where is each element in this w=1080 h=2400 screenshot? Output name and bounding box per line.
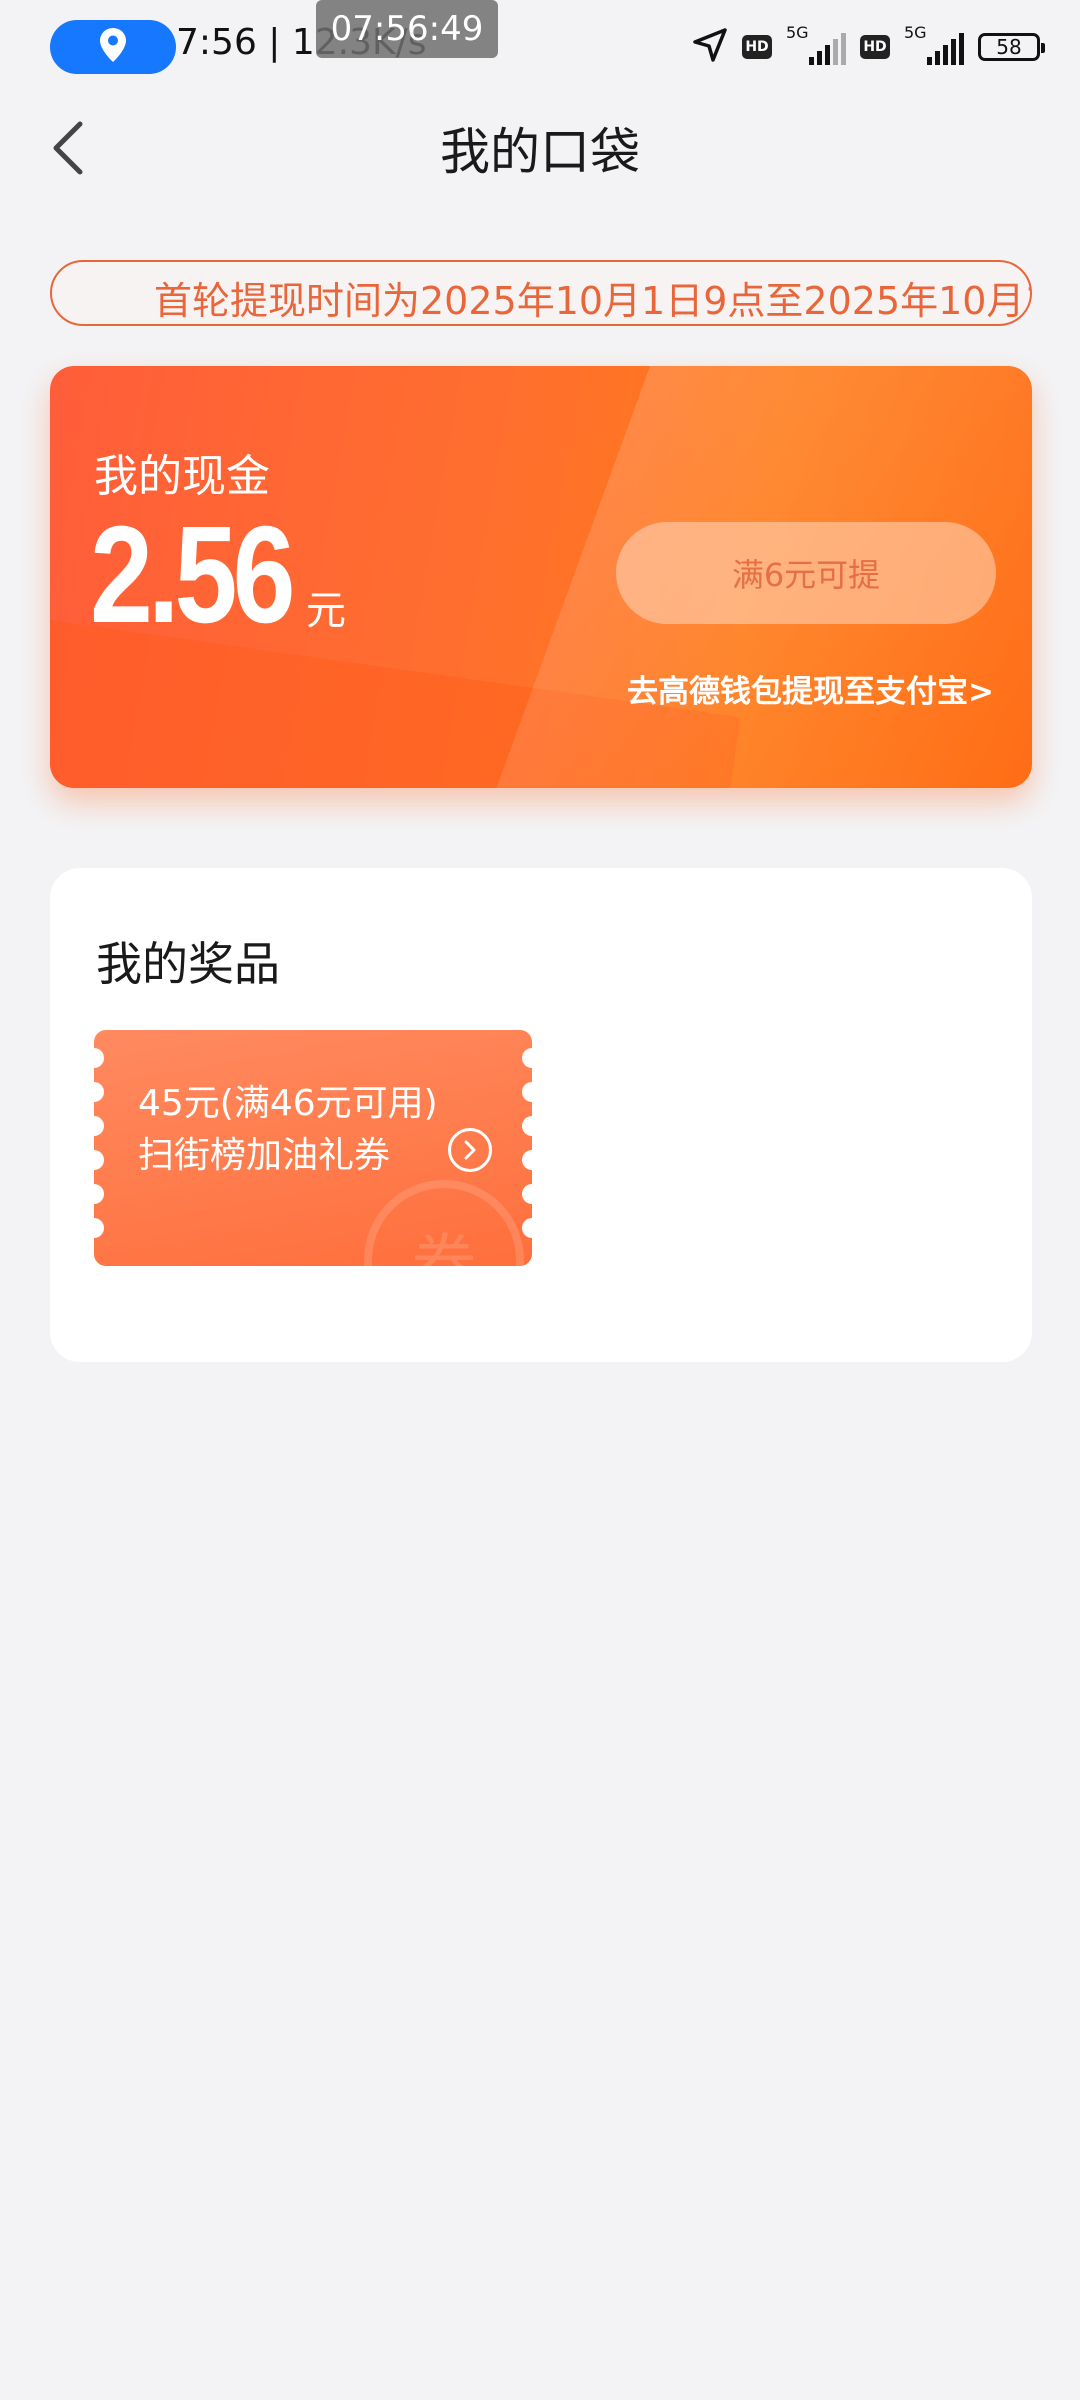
coupon-amount: 45元(满46元可用): [138, 1083, 438, 1124]
hd-badge: HD: [860, 35, 890, 59]
cash-label: 我的现金: [94, 451, 270, 502]
status-icons: HD 5G HD 5G 58: [692, 23, 1045, 70]
prizes-title: 我的奖品: [96, 937, 280, 991]
cash-unit: 元: [306, 588, 346, 634]
alipay-withdraw-link[interactable]: 去高德钱包提现至支付宝>: [627, 666, 994, 711]
clock-overlay: 07:56:49: [316, 0, 498, 58]
withdraw-button[interactable]: 满6元可提: [616, 522, 996, 624]
cash-card: 我的现金 2.56 元 满6元可提 去高德钱包提现至支付宝>: [50, 366, 1032, 788]
network-type: 5G: [904, 23, 927, 42]
prizes-card: 我的奖品 券 45元(满46元可用) 扫街榜加油礼券: [50, 868, 1032, 1362]
signal-icon: 5G: [904, 23, 964, 67]
cash-amount: 2.56: [90, 498, 295, 652]
page-title: 我的口袋: [440, 123, 640, 181]
coupon-name: 扫街榜加油礼券: [138, 1135, 391, 1176]
hd-badge: HD: [742, 35, 772, 59]
location-pin-icon: [100, 28, 126, 66]
battery-icon: 58: [978, 33, 1045, 61]
navigation-arrow-icon: [692, 27, 728, 67]
status-bar: 7:56 | 12.3K/s 07:56:49 HD 5G HD 5G 58: [0, 0, 1080, 90]
coupon-watermark-text: 券: [411, 1227, 477, 1266]
coupon-watermark: 券: [364, 1180, 524, 1266]
chevron-right-circle-icon[interactable]: [448, 1128, 492, 1172]
location-pill[interactable]: [50, 20, 176, 74]
withdraw-notice-banner: 首轮提现时间为2025年10月1日9点至2025年10月1日2: [50, 260, 1032, 326]
signal-icon: 5G: [786, 23, 846, 67]
header: 我的口袋: [0, 90, 1080, 210]
network-type: 5G: [786, 23, 809, 42]
fuel-coupon[interactable]: 券 45元(满46元可用) 扫街榜加油礼券: [94, 1030, 532, 1266]
notice-text: 首轮提现时间为2025年10月1日9点至2025年10月1日2: [154, 279, 1032, 323]
